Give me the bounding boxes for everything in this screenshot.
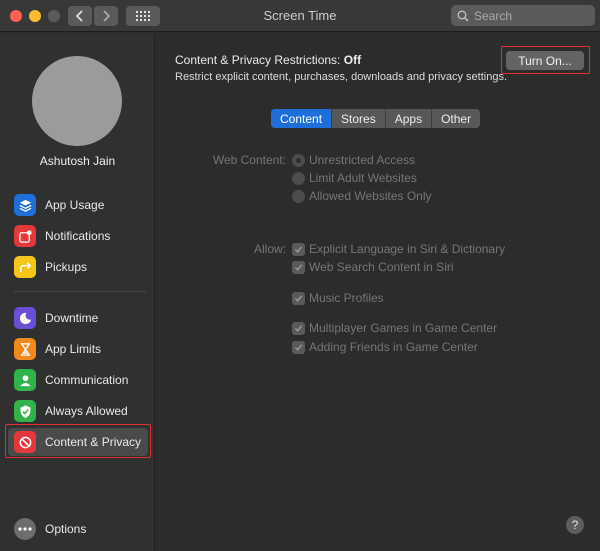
checkbox-label: Adding Friends in Game Center [309, 340, 478, 354]
tab-apps[interactable]: Apps [386, 109, 433, 128]
options-label: Options [45, 522, 87, 536]
sidebar-item-downtime[interactable]: Downtime [8, 304, 148, 332]
restrictions-subtitle: Restrict explicit content, purchases, do… [175, 71, 507, 83]
radio-label: Allowed Websites Only [309, 189, 432, 203]
allow-label: Allow: [253, 242, 286, 256]
checkbox-explicit-language[interactable]: Explicit Language in Siri & Dictionary [292, 242, 505, 256]
checkbox[interactable] [292, 321, 305, 335]
sidebar-item-app-usage[interactable]: App Usage [8, 191, 148, 219]
more-options-icon [14, 518, 36, 540]
sidebar-item-communication[interactable]: Communication [8, 366, 148, 394]
restrictions-title-prefix: Content & Privacy Restrictions: [175, 53, 341, 67]
title-bar: Screen Time [0, 0, 600, 32]
layers-icon [14, 194, 36, 216]
checkbox-label: Web Search Content in Siri [309, 260, 454, 274]
sidebar-item-label: App Usage [45, 198, 105, 212]
turn-on-button[interactable]: Turn On... [506, 51, 584, 70]
checkbox-label: Multiplayer Games in Game Center [309, 321, 498, 335]
tab-other[interactable]: Other [432, 109, 480, 128]
notification-icon [14, 225, 36, 247]
tab-stores[interactable]: Stores [332, 109, 386, 128]
radio-button[interactable] [292, 171, 305, 185]
restrictions-title: Content & Privacy Restrictions: Off [175, 53, 361, 67]
avatar[interactable] [32, 56, 122, 146]
sidebar-item-label: Communication [45, 373, 129, 387]
search-field[interactable] [451, 5, 595, 26]
checkbox[interactable] [292, 291, 305, 305]
checkbox-multiplayer-games[interactable]: Multiplayer Games in Game Center [292, 321, 497, 335]
sidebar-item-label: App Limits [45, 342, 102, 356]
sidebar: Ashutosh Jain App Usage Notifications Pi… [0, 33, 155, 551]
checkbox-adding-friends[interactable]: Adding Friends in Game Center [292, 340, 478, 354]
checkbox-web-search-siri[interactable]: Web Search Content in Siri [292, 260, 454, 274]
hourglass-icon [14, 338, 36, 360]
search-input[interactable] [474, 8, 584, 23]
sidebar-item-always-allowed[interactable]: Always Allowed [8, 397, 148, 425]
checkmark-icon [294, 245, 303, 253]
web-content-label: Web Content: [212, 153, 286, 167]
restrictions-status: Off [343, 53, 362, 67]
checkmark-icon [294, 263, 303, 271]
checkmark-shield-icon [14, 400, 36, 422]
help-button[interactable]: ? [566, 516, 584, 534]
radio-allowed-websites-only[interactable]: Allowed Websites Only [292, 189, 432, 203]
user-name: Ashutosh Jain [39, 154, 116, 168]
sidebar-item-label: Always Allowed [45, 404, 128, 418]
sidebar-item-pickups[interactable]: Pickups [8, 253, 148, 281]
search-icon [457, 10, 469, 22]
sidebar-item-app-limits[interactable]: App Limits [8, 335, 148, 363]
radio-button[interactable] [292, 153, 305, 167]
radio-unrestricted-access[interactable]: Unrestricted Access [292, 153, 415, 167]
checkbox[interactable] [292, 260, 305, 274]
sidebar-item-label: Pickups [45, 260, 88, 274]
checkmark-icon [294, 324, 303, 332]
moon-clock-icon [14, 307, 36, 329]
sidebar-item-label: Notifications [45, 229, 111, 243]
radio-label: Limit Adult Websites [309, 171, 417, 185]
checkbox-label: Explicit Language in Siri & Dictionary [309, 242, 506, 256]
checkmark-icon [294, 294, 303, 302]
options-button[interactable]: Options [14, 518, 86, 540]
pickup-arrow-icon [14, 256, 36, 278]
radio-button[interactable] [292, 189, 305, 203]
checkbox-music-profiles[interactable]: Music Profiles [292, 291, 384, 305]
radio-limit-adult-websites[interactable]: Limit Adult Websites [292, 171, 417, 185]
person-icon [14, 369, 36, 391]
sidebar-divider [14, 291, 146, 292]
main-panel: Content & Privacy Restrictions: Off Rest… [156, 33, 600, 551]
checkbox-label: Music Profiles [309, 291, 384, 305]
radio-label: Unrestricted Access [309, 153, 416, 167]
sidebar-item-notifications[interactable]: Notifications [8, 222, 148, 250]
sidebar-item-label: Downtime [45, 311, 99, 325]
checkmark-icon [294, 343, 303, 351]
annotation-highlight [5, 424, 151, 458]
segmented-tabs: Content Stores Apps Other [271, 109, 481, 128]
tab-content[interactable]: Content [271, 109, 333, 128]
checkbox[interactable] [292, 340, 305, 354]
checkbox[interactable] [292, 242, 305, 256]
